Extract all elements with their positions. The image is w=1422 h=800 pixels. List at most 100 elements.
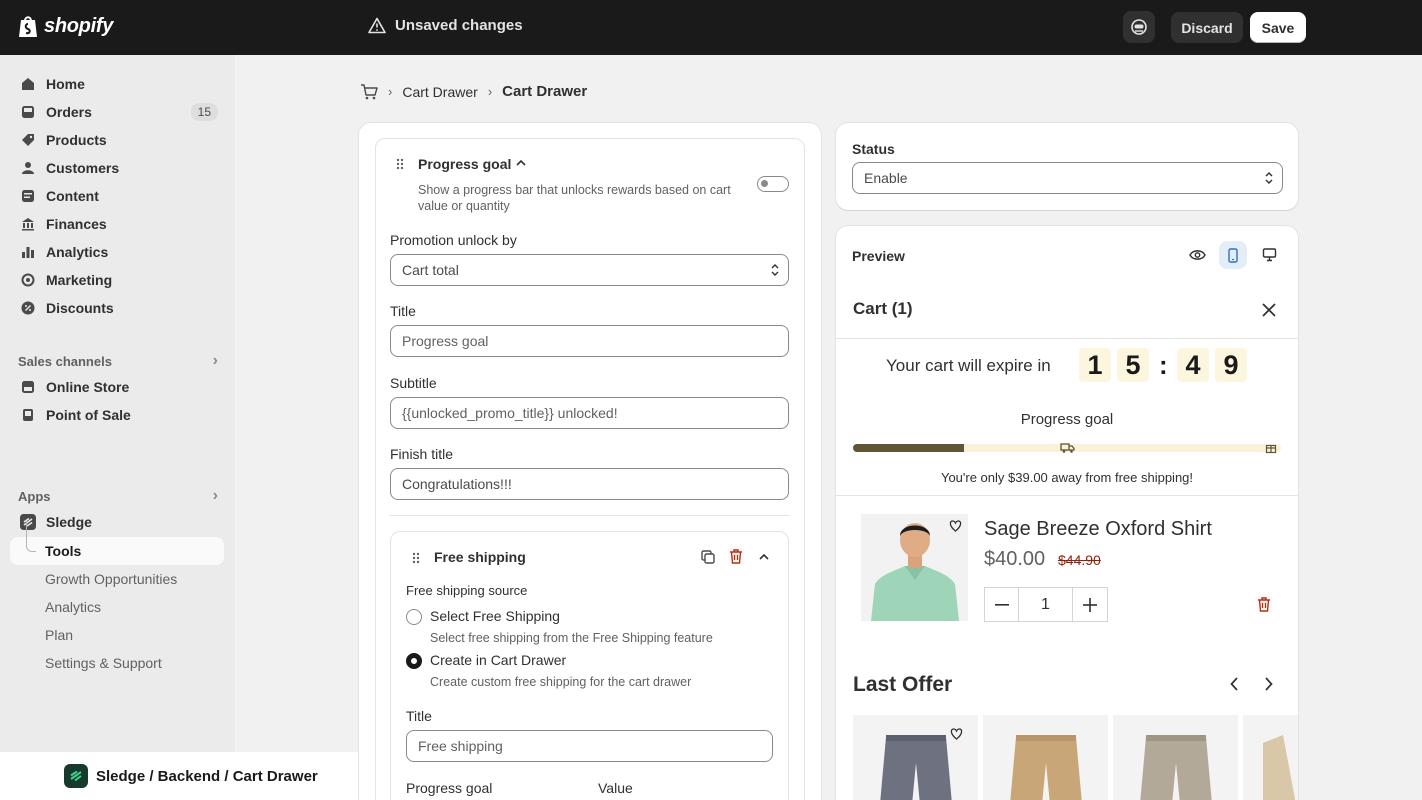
- product-image[interactable]: [861, 514, 968, 621]
- chevron-up-icon[interactable]: [516, 159, 526, 167]
- breadcrumb: › Cart Drawer › Cart Drawer: [360, 83, 587, 100]
- sidebar-item-analytics[interactable]: Analytics: [10, 238, 224, 266]
- sidebar-item-home[interactable]: Home: [10, 70, 224, 98]
- free-shipping-title-input[interactable]: Free shipping: [406, 730, 773, 762]
- sidebar-item-marketing[interactable]: Marketing: [10, 266, 224, 294]
- sidebar-item-label: Discounts: [46, 300, 114, 316]
- radio-create-in-cart-drawer-label[interactable]: Create in Cart Drawer: [430, 652, 566, 668]
- sidebar-item-settings-support[interactable]: Settings & Support: [45, 655, 162, 671]
- radio-select-free-shipping-help: Select free shipping from the Free Shipp…: [430, 631, 713, 645]
- sidebar-item-label: Online Store: [46, 379, 130, 395]
- apps-header[interactable]: Apps ›: [18, 487, 218, 505]
- duplicate-icon[interactable]: [701, 550, 715, 564]
- decrease-quantity-button[interactable]: [985, 588, 1019, 621]
- delete-icon[interactable]: [729, 549, 743, 564]
- home-icon: [22, 78, 34, 90]
- breadcrumb-parent-link[interactable]: Cart Drawer: [402, 84, 477, 100]
- target-icon: [21, 273, 35, 287]
- sidebar-item-tools[interactable]: Tools: [45, 543, 81, 559]
- preview-eye-button[interactable]: [1183, 241, 1211, 269]
- sidebar-item-point-of-sale[interactable]: Point of Sale: [10, 401, 224, 429]
- sidebar-item-label: Orders: [46, 104, 92, 120]
- preview-card: Preview Cart (1) Your cart will expire i…: [836, 226, 1298, 800]
- minus-icon: [994, 603, 1009, 606]
- sidebar-item-label: Finances: [46, 216, 107, 232]
- close-icon[interactable]: [1261, 302, 1277, 318]
- sidebar-item-finances[interactable]: Finances: [10, 210, 224, 238]
- bar-chart-icon: [22, 247, 34, 258]
- chevron-left-icon[interactable]: [1230, 677, 1239, 691]
- shopify-logo[interactable]: shopify: [18, 14, 113, 38]
- sidebar-item-customers[interactable]: Customers: [10, 154, 224, 182]
- promotion-unlock-select[interactable]: Cart total: [390, 254, 789, 286]
- stone-shorts-image: [1140, 735, 1212, 800]
- sidebar: Home Orders 15 Products Customers Conten…: [0, 55, 235, 752]
- select-chevron-icon: [771, 264, 779, 276]
- sidebar-item-products[interactable]: Products: [10, 126, 224, 154]
- save-button[interactable]: Save: [1250, 12, 1306, 43]
- radio-create-in-cart-drawer[interactable]: [406, 653, 422, 669]
- desktop-view-button[interactable]: [1255, 241, 1283, 269]
- timer-digit: 5: [1117, 348, 1149, 382]
- sidebar-item-label: Analytics: [46, 244, 109, 260]
- discard-button[interactable]: Discard: [1171, 12, 1243, 43]
- apps-label: Apps: [18, 488, 51, 504]
- sidekick-button[interactable]: [1123, 11, 1155, 43]
- heart-icon[interactable]: [950, 728, 963, 740]
- status-value: Enable: [864, 170, 908, 186]
- offer-product-image[interactable]: [1243, 715, 1298, 800]
- radio-select-free-shipping-label[interactable]: Select Free Shipping: [430, 608, 560, 624]
- chevron-up-icon[interactable]: [759, 553, 769, 561]
- progress-goal-section: Progress goal Show a progress bar that u…: [375, 138, 805, 800]
- app-path-text: Sledge / Backend / Cart Drawer: [96, 767, 318, 785]
- tag-icon: [22, 134, 34, 146]
- offer-product-image[interactable]: [1113, 715, 1238, 800]
- progress-bar: [853, 443, 1281, 454]
- drag-handle-icon[interactable]: [412, 552, 420, 564]
- sidebar-item-content[interactable]: Content: [10, 182, 224, 210]
- heart-icon[interactable]: [949, 520, 962, 532]
- free-shipping-section: Free shipping Free shipping source Selec…: [390, 531, 789, 800]
- chevron-right-icon: ›: [212, 352, 218, 369]
- last-offer-title: Last Offer: [853, 673, 953, 696]
- timer-digit: 9: [1215, 348, 1247, 382]
- sidebar-item-app-analytics[interactable]: Analytics: [45, 599, 101, 615]
- status-card: Status Enable: [836, 123, 1298, 210]
- sidebar-item-growth-opportunities[interactable]: Growth Opportunities: [45, 571, 177, 587]
- sidebar-item-orders[interactable]: Orders 15: [10, 98, 224, 126]
- product-name[interactable]: Sage Breeze Oxford Shirt: [984, 518, 1212, 541]
- title-input[interactable]: Progress goal: [390, 325, 789, 357]
- person-icon: [22, 162, 34, 174]
- unsaved-changes-indicator: Unsaved changes: [368, 17, 523, 34]
- brand-name: shopify: [44, 14, 114, 37]
- unsaved-changes-text: Unsaved changes: [395, 17, 523, 34]
- storefront-icon: [22, 381, 34, 393]
- title-label: Title: [390, 303, 416, 319]
- warning-icon: [368, 17, 386, 34]
- divider: [836, 495, 1298, 496]
- remove-item-icon[interactable]: [1257, 597, 1271, 612]
- sidebar-item-discounts[interactable]: Discounts: [10, 294, 224, 322]
- status-select[interactable]: Enable: [852, 162, 1283, 194]
- sidebar-item-tools-highlight: [10, 537, 224, 565]
- finish-title-input[interactable]: Congratulations!!!: [390, 468, 789, 500]
- offer-product-image[interactable]: [983, 715, 1108, 800]
- shirt-image: [1263, 735, 1296, 800]
- sidebar-item-plan[interactable]: Plan: [45, 627, 73, 643]
- drag-handle-icon[interactable]: [396, 158, 404, 170]
- mobile-view-button[interactable]: [1219, 241, 1247, 269]
- radio-select-free-shipping[interactable]: [406, 609, 422, 625]
- offer-product-image[interactable]: [853, 715, 978, 800]
- sidebar-item-online-store[interactable]: Online Store: [10, 373, 224, 401]
- breadcrumb-separator: ›: [388, 84, 393, 99]
- chevron-right-icon[interactable]: [1264, 677, 1273, 691]
- cart-icon[interactable]: [360, 83, 378, 100]
- sales-channels-header[interactable]: Sales channels ›: [18, 352, 218, 370]
- status-label: Status: [852, 141, 895, 157]
- subtitle-input[interactable]: {{unlocked_promo_title}} unlocked!: [390, 397, 789, 429]
- promotion-unlock-value: Cart total: [402, 262, 459, 278]
- sidebar-item-sledge[interactable]: Sledge: [10, 508, 224, 536]
- increase-quantity-button[interactable]: [1073, 588, 1107, 621]
- quantity-value[interactable]: 1: [1019, 588, 1073, 621]
- progress-goal-toggle[interactable]: [757, 176, 789, 192]
